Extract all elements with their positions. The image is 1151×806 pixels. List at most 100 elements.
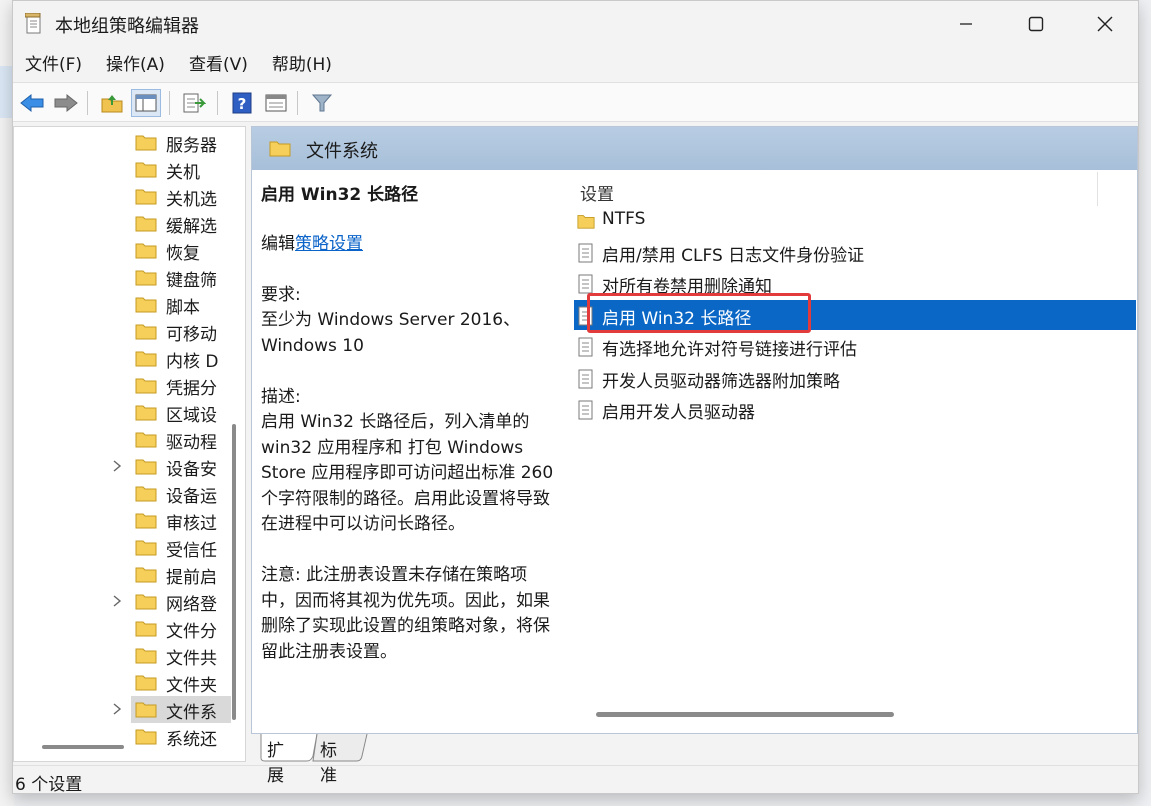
tree-item[interactable]: 区域设 <box>14 399 245 426</box>
tree-item[interactable]: 可移动 <box>14 318 245 345</box>
tree-item-label: 脚本 <box>166 298 200 318</box>
tree-item[interactable]: 文件夹 <box>14 669 245 696</box>
tree-item-label: 文件系 <box>166 703 217 723</box>
tree-item[interactable]: 设备安 <box>14 453 245 480</box>
minimize-icon <box>960 23 972 25</box>
tree-item[interactable]: 键盘筛 <box>14 264 245 291</box>
tree-item[interactable]: 提前启 <box>14 561 245 588</box>
menu-help[interactable]: 帮助(H) <box>260 48 344 82</box>
tree-item[interactable]: 驱动程 <box>14 426 245 453</box>
menu-file[interactable]: 文件(F) <box>13 48 94 82</box>
chevron-right-icon[interactable] <box>111 458 123 474</box>
policy-setting-label: 开发人员驱动器筛选器附加策略 <box>602 371 840 392</box>
tree-item-label: 文件分 <box>166 622 217 642</box>
folder-icon <box>135 594 157 610</box>
up-folder-button[interactable] <box>97 89 127 117</box>
folder-icon <box>135 189 157 205</box>
edit-prefix: 编辑 <box>261 234 295 254</box>
tree-item[interactable]: 脚本 <box>14 291 245 318</box>
close-button[interactable] <box>1070 1 1140 47</box>
vertical-scrollbar[interactable] <box>232 424 236 720</box>
properties-icon <box>265 94 287 112</box>
tree-item[interactable]: 审核过 <box>14 507 245 534</box>
policy-setting-label: NTFS <box>602 209 646 229</box>
folder-up-icon <box>101 95 123 113</box>
close-icon <box>1097 16 1113 32</box>
folder-icon <box>577 215 595 229</box>
tree-item[interactable]: 内核 D <box>14 345 245 372</box>
app-icon <box>25 13 41 34</box>
tree-item[interactable]: 文件共 <box>14 642 245 669</box>
horizontal-scrollbar[interactable] <box>596 712 894 717</box>
column-header-setting[interactable]: 设置 <box>580 180 614 205</box>
back-button[interactable] <box>17 89 47 117</box>
tree-item[interactable]: 服务器 <box>14 129 245 156</box>
tree-item[interactable]: 关机 <box>14 156 245 183</box>
folder-icon <box>135 405 157 421</box>
folder-icon <box>135 702 157 718</box>
tree-item[interactable]: 受信任 <box>14 534 245 561</box>
minimize-button[interactable] <box>931 1 1001 47</box>
policy-setting-icon <box>578 274 593 294</box>
policy-setting-row[interactable]: 启用开发人员驱动器 <box>574 394 1136 424</box>
export-list-button[interactable] <box>179 89 209 117</box>
folder-icon <box>135 486 157 502</box>
tree-item-label: 系统还 <box>166 730 217 750</box>
folder-icon <box>135 270 157 286</box>
tree-item[interactable]: 关机选 <box>14 183 245 210</box>
tree-item-label: 关机选 <box>166 190 217 210</box>
tree-item-label: 关机 <box>166 163 200 183</box>
status-bar: 6 个设置 <box>13 765 1138 795</box>
filter-icon <box>311 94 333 112</box>
tree-item-label: 设备安 <box>166 460 217 480</box>
list-folder-row[interactable]: NTFS <box>574 205 1136 235</box>
description-panel: 启用 Win32 长路径 编辑策略设置 要求: 至少为 Windows Serv… <box>252 170 570 733</box>
maximize-button[interactable] <box>1001 1 1071 47</box>
policy-setting-icon <box>578 369 593 388</box>
tree-item[interactable]: 设备运 <box>14 480 245 507</box>
folder-icon <box>135 729 157 745</box>
tree-item[interactable]: 文件分 <box>14 615 245 642</box>
horizontal-scrollbar[interactable] <box>42 745 124 749</box>
details-pane: 文件系统 启用 Win32 长路径 编辑策略设置 要求: 至少为 Windows… <box>251 126 1138 734</box>
toolbar: ? <box>13 82 1138 122</box>
tree-item-label: 键盘筛 <box>166 271 217 291</box>
chevron-right-icon[interactable] <box>111 701 123 717</box>
folder-icon <box>269 141 291 157</box>
tree-item[interactable]: 恢复 <box>14 237 245 264</box>
note-text: 注意: 此注册表设置未存储在策略项中，因而将其视为优先项。因此，如果删除了实现此… <box>261 565 550 662</box>
tree-item-label: 设备运 <box>166 487 217 507</box>
help-button[interactable]: ? <box>227 89 257 117</box>
policy-setting-icon <box>578 243 593 262</box>
tree-item[interactable]: 网络登 <box>14 588 245 615</box>
policy-setting-row[interactable]: 开发人员驱动器筛选器附加策略 <box>574 363 1136 393</box>
forward-button[interactable] <box>51 89 81 117</box>
tree-item[interactable]: 凭据分 <box>14 372 245 399</box>
folder-icon <box>135 675 157 691</box>
tab-extended[interactable]: 扩展 <box>267 734 284 786</box>
policy-settings-link[interactable]: 策略设置 <box>295 234 363 254</box>
export-list-icon <box>183 93 206 113</box>
tree-item-label: 恢复 <box>166 244 200 264</box>
console-tree[interactable]: 服务器关机关机选 缓解选恢复键盘筛脚本 可移动 内核 D 凭据分 区域设 驱动程设备安设备运… <box>13 126 246 762</box>
tree-item[interactable]: 缓解选 <box>14 210 245 237</box>
folder-icon <box>135 243 157 259</box>
tab-standard[interactable]: 标准 <box>320 734 337 786</box>
menu-action[interactable]: 操作(A) <box>94 48 177 82</box>
forward-arrow-icon <box>54 93 78 113</box>
chevron-right-icon[interactable] <box>111 593 123 609</box>
tree-item-label: 文件夹 <box>166 676 217 696</box>
tree-item[interactable]: 文件系 <box>14 696 245 723</box>
menu-view[interactable]: 查看(V) <box>177 48 260 82</box>
title-bar[interactable]: 本地组策略编辑器 <box>13 1 1138 47</box>
maximize-icon <box>1028 16 1044 32</box>
folder-icon <box>135 378 157 394</box>
filter-button[interactable] <box>307 89 337 117</box>
folder-icon <box>135 351 157 367</box>
policy-setting-row[interactable]: 启用/禁用 CLFS 日志文件身份验证 <box>574 237 1136 267</box>
policy-setting-label: 启用/禁用 CLFS 日志文件身份验证 <box>602 245 865 266</box>
properties-button[interactable] <box>261 89 291 117</box>
policy-setting-row[interactable]: 启用 Win32 长路径 <box>574 292 1136 333</box>
policy-setting-row[interactable]: 有选择地允许对符号链接进行评估 <box>574 331 1136 361</box>
show-hide-tree-button[interactable] <box>131 89 161 117</box>
